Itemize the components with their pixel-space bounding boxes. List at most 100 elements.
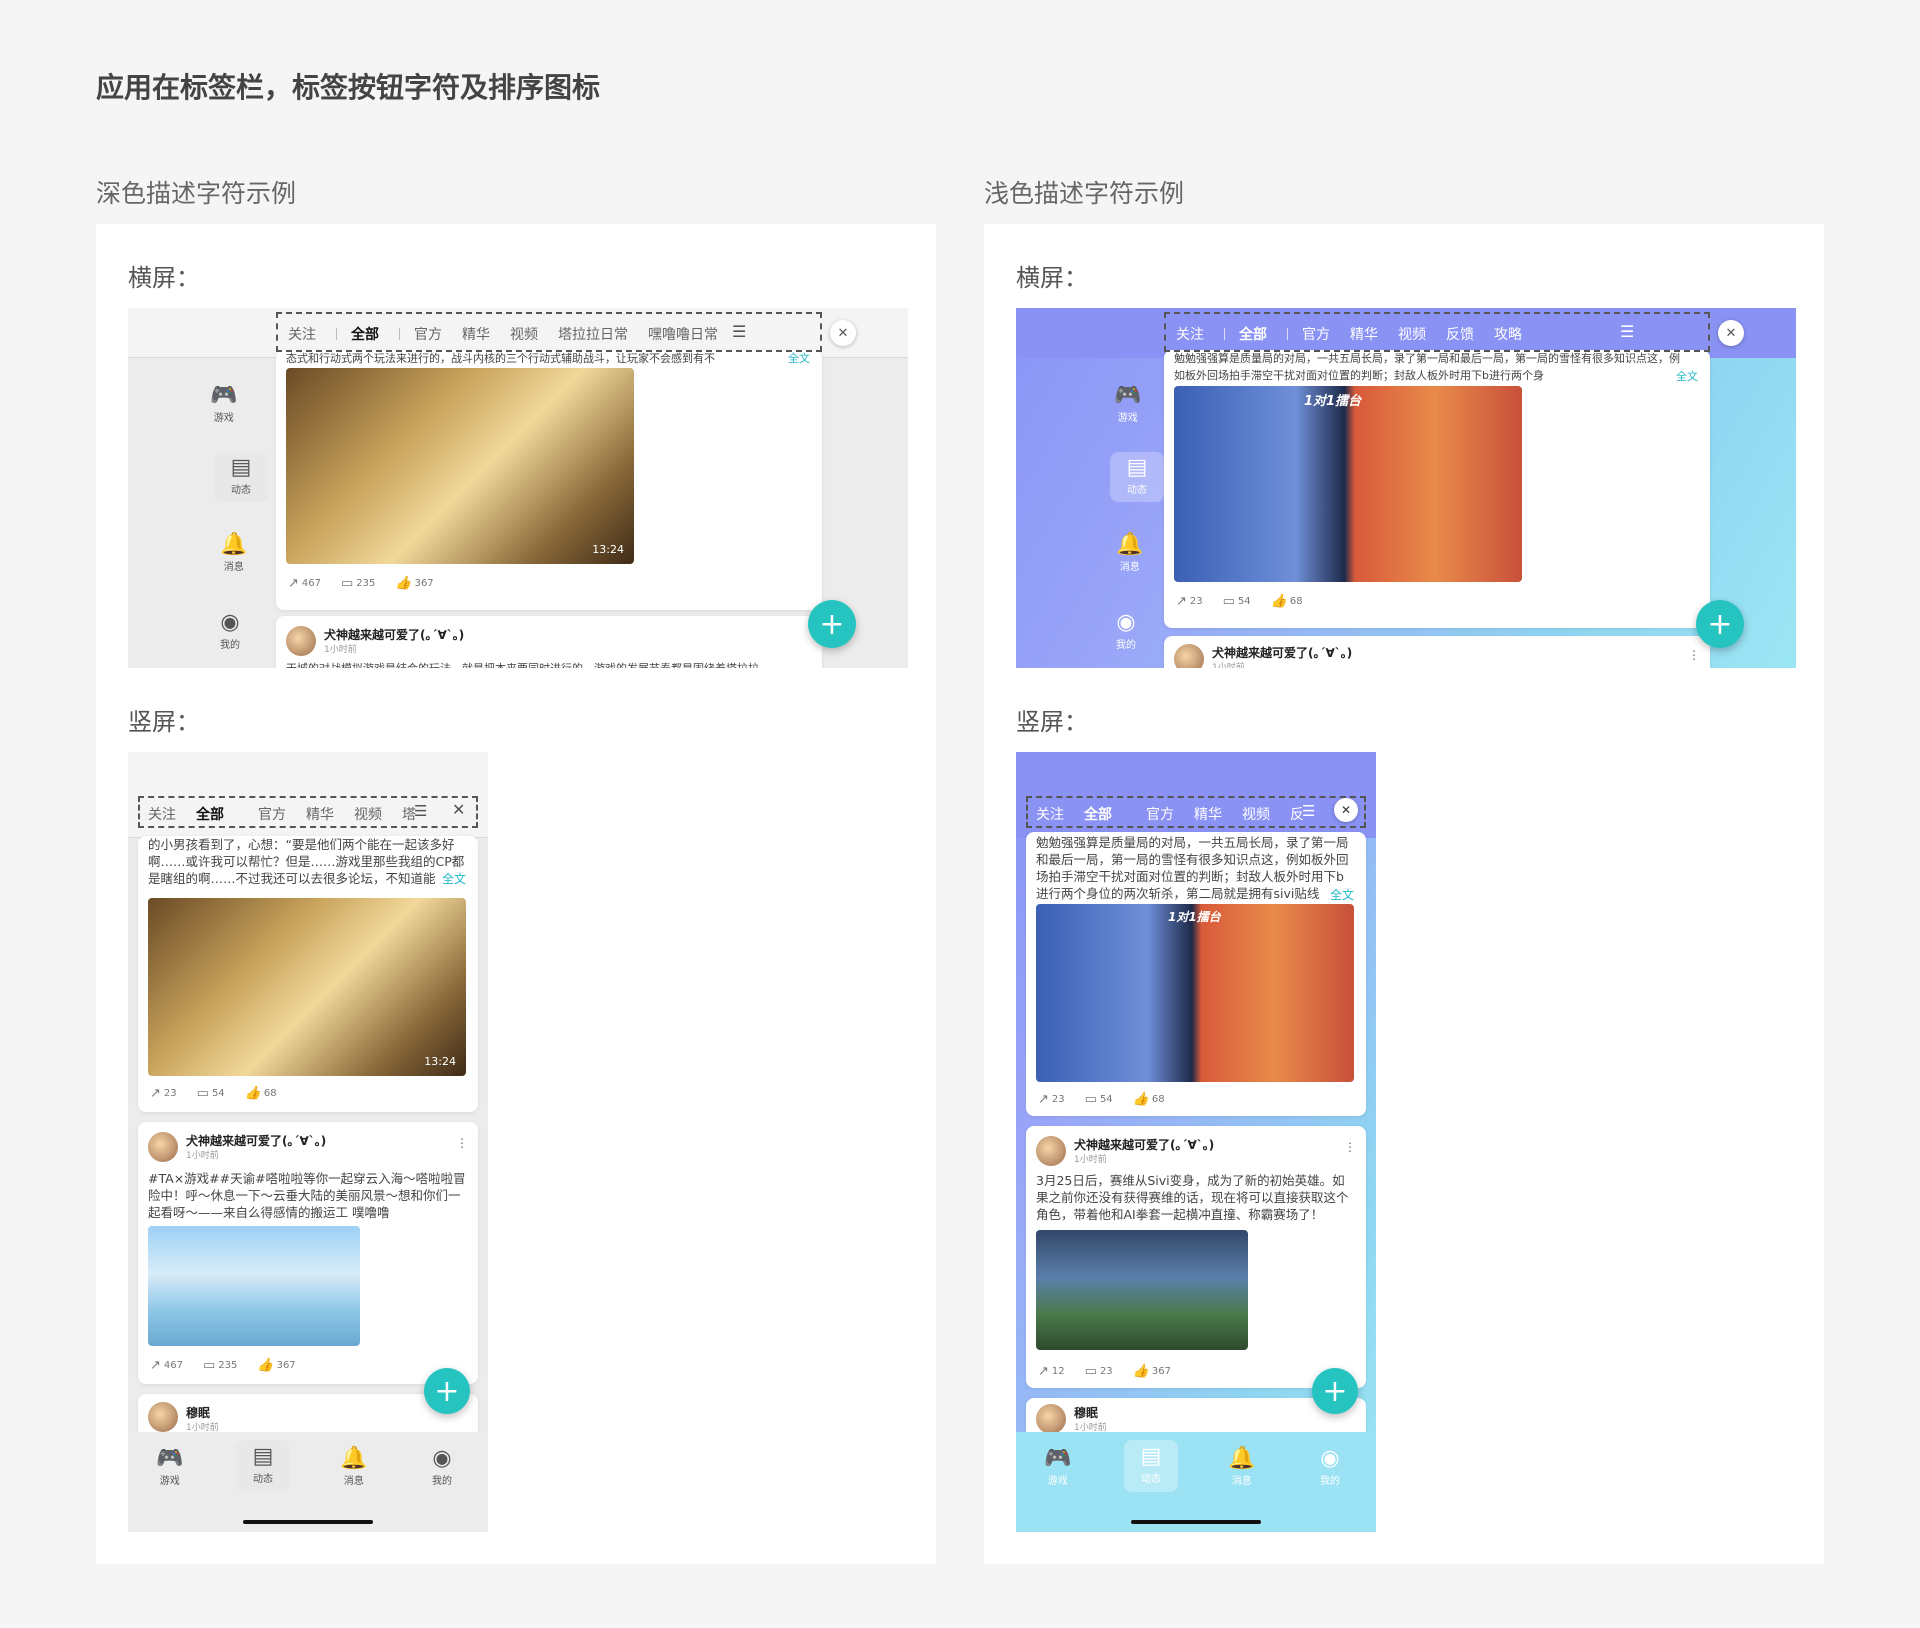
- like-button[interactable]: 👍 367: [257, 1358, 295, 1373]
- post-card[interactable]: 的小男孩看到了，心想：“要是他们两个能在一起该多好啊……或许我可以帮忙？但是………: [138, 836, 478, 1112]
- post-image[interactable]: 1对1擂台: [1174, 386, 1522, 582]
- tab-follow[interactable]: 关注: [1036, 804, 1064, 824]
- tab-all[interactable]: 全部: [351, 324, 379, 344]
- tab-feedback[interactable]: 反馈: [1446, 324, 1474, 344]
- tab-guide[interactable]: 攻略: [1494, 324, 1522, 344]
- more-link[interactable]: 全文: [1672, 368, 1698, 384]
- like-button[interactable]: 👍 367: [1133, 1364, 1171, 1379]
- nav-message[interactable]: 🔔 消息: [220, 532, 247, 573]
- sort-icon[interactable]: ☰: [732, 322, 746, 341]
- close-button[interactable]: ✕: [452, 800, 465, 819]
- post-image[interactable]: 13:24: [286, 368, 634, 564]
- post-image[interactable]: 1对1擂台: [1036, 904, 1354, 1082]
- add-post-button[interactable]: +: [424, 1368, 470, 1414]
- tab-heilulu[interactable]: 嘿噜噜日常: [648, 324, 718, 344]
- more-link[interactable]: 全文: [1325, 886, 1354, 903]
- post-image[interactable]: 13:24: [148, 898, 466, 1076]
- tab-video[interactable]: 视频: [354, 804, 382, 824]
- more-link[interactable]: 全文: [788, 350, 810, 366]
- post-card[interactable]: 态式和行动式两个玩法来进行的，战斗内核的三个行动式辅助战斗，让玩家不会感到有不 …: [276, 350, 822, 610]
- nav-feed[interactable]: ▤ 动态: [214, 452, 268, 502]
- post-image[interactable]: [1036, 1230, 1248, 1350]
- post-image[interactable]: [148, 1226, 360, 1346]
- comment-button[interactable]: ▭ 54: [1223, 594, 1251, 609]
- post-card[interactable]: 犬神越来越可爱了(｡´∀`｡) 1小时前 ⋮ 3月25日后，赛维从Sivi变身，…: [1026, 1126, 1366, 1388]
- tab-official[interactable]: 官方: [1146, 804, 1174, 824]
- tab-talala[interactable]: 塔拉拉日常: [558, 324, 628, 344]
- avatar[interactable]: [148, 1402, 178, 1432]
- nav-game[interactable]: 🎮 游戏: [1044, 1446, 1071, 1487]
- nav-me[interactable]: ◉ 我的: [432, 1446, 452, 1487]
- sort-icon[interactable]: ☰: [1620, 322, 1634, 341]
- tab-featured[interactable]: 精华: [1194, 804, 1222, 824]
- more-options-icon[interactable]: ⋮: [1344, 1140, 1356, 1154]
- tab-video[interactable]: 视频: [1242, 804, 1270, 824]
- tab-featured[interactable]: 精华: [306, 804, 334, 824]
- avatar[interactable]: [1174, 644, 1204, 668]
- tab-featured[interactable]: 精华: [1350, 324, 1378, 344]
- sort-icon[interactable]: ☰: [1302, 802, 1315, 820]
- close-button[interactable]: ✕: [1334, 798, 1358, 822]
- nav-message[interactable]: 🔔 消息: [1228, 1446, 1255, 1487]
- like-button[interactable]: 👍 367: [395, 576, 433, 591]
- nav-game[interactable]: 🎮 游戏: [1114, 383, 1141, 424]
- nav-feed[interactable]: ▤ 动态: [1124, 1440, 1178, 1492]
- tab-video[interactable]: 视频: [1398, 324, 1426, 344]
- tab-follow[interactable]: 关注: [1176, 324, 1204, 344]
- add-post-button[interactable]: +: [1696, 600, 1744, 648]
- share-button[interactable]: ↗ 23: [1176, 594, 1203, 609]
- comment-button[interactable]: ▭ 235: [203, 1358, 237, 1373]
- avatar[interactable]: [148, 1132, 178, 1162]
- sort-icon[interactable]: ☰: [414, 802, 427, 820]
- tab-featured[interactable]: 精华: [462, 324, 490, 344]
- like-button[interactable]: 👍 68: [1271, 594, 1303, 609]
- close-button[interactable]: ✕: [830, 320, 856, 346]
- nav-feed[interactable]: ▤ 动态: [1110, 452, 1164, 502]
- nav-me[interactable]: ◉ 我的: [1320, 1446, 1340, 1487]
- nav-message[interactable]: 🔔 消息: [340, 1446, 367, 1487]
- add-post-button[interactable]: +: [1312, 1368, 1358, 1414]
- like-button[interactable]: 👍 68: [245, 1086, 277, 1101]
- comment-button[interactable]: ▭ 54: [197, 1086, 225, 1101]
- tab-follow[interactable]: 关注: [288, 324, 316, 344]
- share-button[interactable]: ↗ 12: [1038, 1364, 1065, 1379]
- more-options-icon[interactable]: ⋮: [456, 1136, 468, 1150]
- share-button[interactable]: ↗ 23: [1038, 1092, 1065, 1107]
- comment-button[interactable]: ▭ 235: [341, 576, 375, 591]
- tab-all[interactable]: 全部: [1084, 804, 1112, 824]
- nav-feed[interactable]: ▤ 动态: [236, 1440, 290, 1492]
- comment-icon: ▭: [196, 1086, 209, 1101]
- tab-all[interactable]: 全部: [196, 804, 224, 824]
- tab-official[interactable]: 官方: [1302, 324, 1330, 344]
- post-card[interactable]: 勉勉强强算是质量局的对局，一共五局长局，录了第一局和最后一局，第一局的雪怪有很多…: [1026, 832, 1366, 1116]
- share-button[interactable]: ↗ 23: [150, 1086, 177, 1101]
- nav-game[interactable]: 🎮 游戏: [210, 383, 237, 424]
- nav-message[interactable]: 🔔 消息: [1116, 532, 1143, 573]
- avatar[interactable]: [286, 626, 316, 656]
- tab-follow[interactable]: 关注: [148, 804, 176, 824]
- nav-me[interactable]: ◉ 我的: [220, 610, 240, 651]
- nav-game[interactable]: 🎮 游戏: [156, 1446, 183, 1487]
- comment-button[interactable]: ▭ 54: [1085, 1092, 1113, 1107]
- light-landscape-screen: 🎮 游戏 ▤ 动态 🔔 消息 ◉ 我的 勉勉强强算是质量局的对局，一共五局长局，录了第一…: [1016, 308, 1796, 668]
- tab-video[interactable]: 视频: [510, 324, 538, 344]
- post-card[interactable]: 犬神越来越可爱了(｡´∀`｡) 1小时前 天城的对战模拟游戏是结合的玩法，就是把…: [276, 616, 822, 668]
- post-card[interactable]: 勉勉强强算是质量局的对局，一共五局长局，录了第一局和最后一局，第一局的雪怪有很多…: [1164, 350, 1710, 628]
- tab-all[interactable]: 全部: [1239, 324, 1267, 344]
- share-button[interactable]: ↗ 467: [288, 576, 321, 591]
- tab-official[interactable]: 官方: [414, 324, 442, 344]
- avatar[interactable]: [1036, 1404, 1066, 1434]
- more-options-icon[interactable]: ⋮: [1688, 648, 1700, 662]
- tab-official[interactable]: 官方: [258, 804, 286, 824]
- nav-me[interactable]: ◉ 我的: [1116, 610, 1136, 651]
- share-button[interactable]: ↗ 467: [150, 1358, 183, 1373]
- post-card[interactable]: 犬神越来越可爱了(｡´∀`｡) 1小时前 ⋮ #TA×游戏##天谕#嗒啦啦等你一…: [138, 1122, 478, 1384]
- add-post-button[interactable]: +: [808, 600, 856, 648]
- avatar[interactable]: [1036, 1136, 1066, 1166]
- close-button[interactable]: ✕: [1718, 320, 1744, 346]
- like-button[interactable]: 👍 68: [1133, 1092, 1165, 1107]
- thumb-up-icon: 👍: [395, 576, 412, 591]
- more-link[interactable]: 全文: [437, 870, 466, 887]
- post-card[interactable]: 犬神越来越可爱了(｡´∀`｡) 1小时前 ⋮: [1164, 636, 1710, 668]
- comment-button[interactable]: ▭ 23: [1085, 1364, 1113, 1379]
